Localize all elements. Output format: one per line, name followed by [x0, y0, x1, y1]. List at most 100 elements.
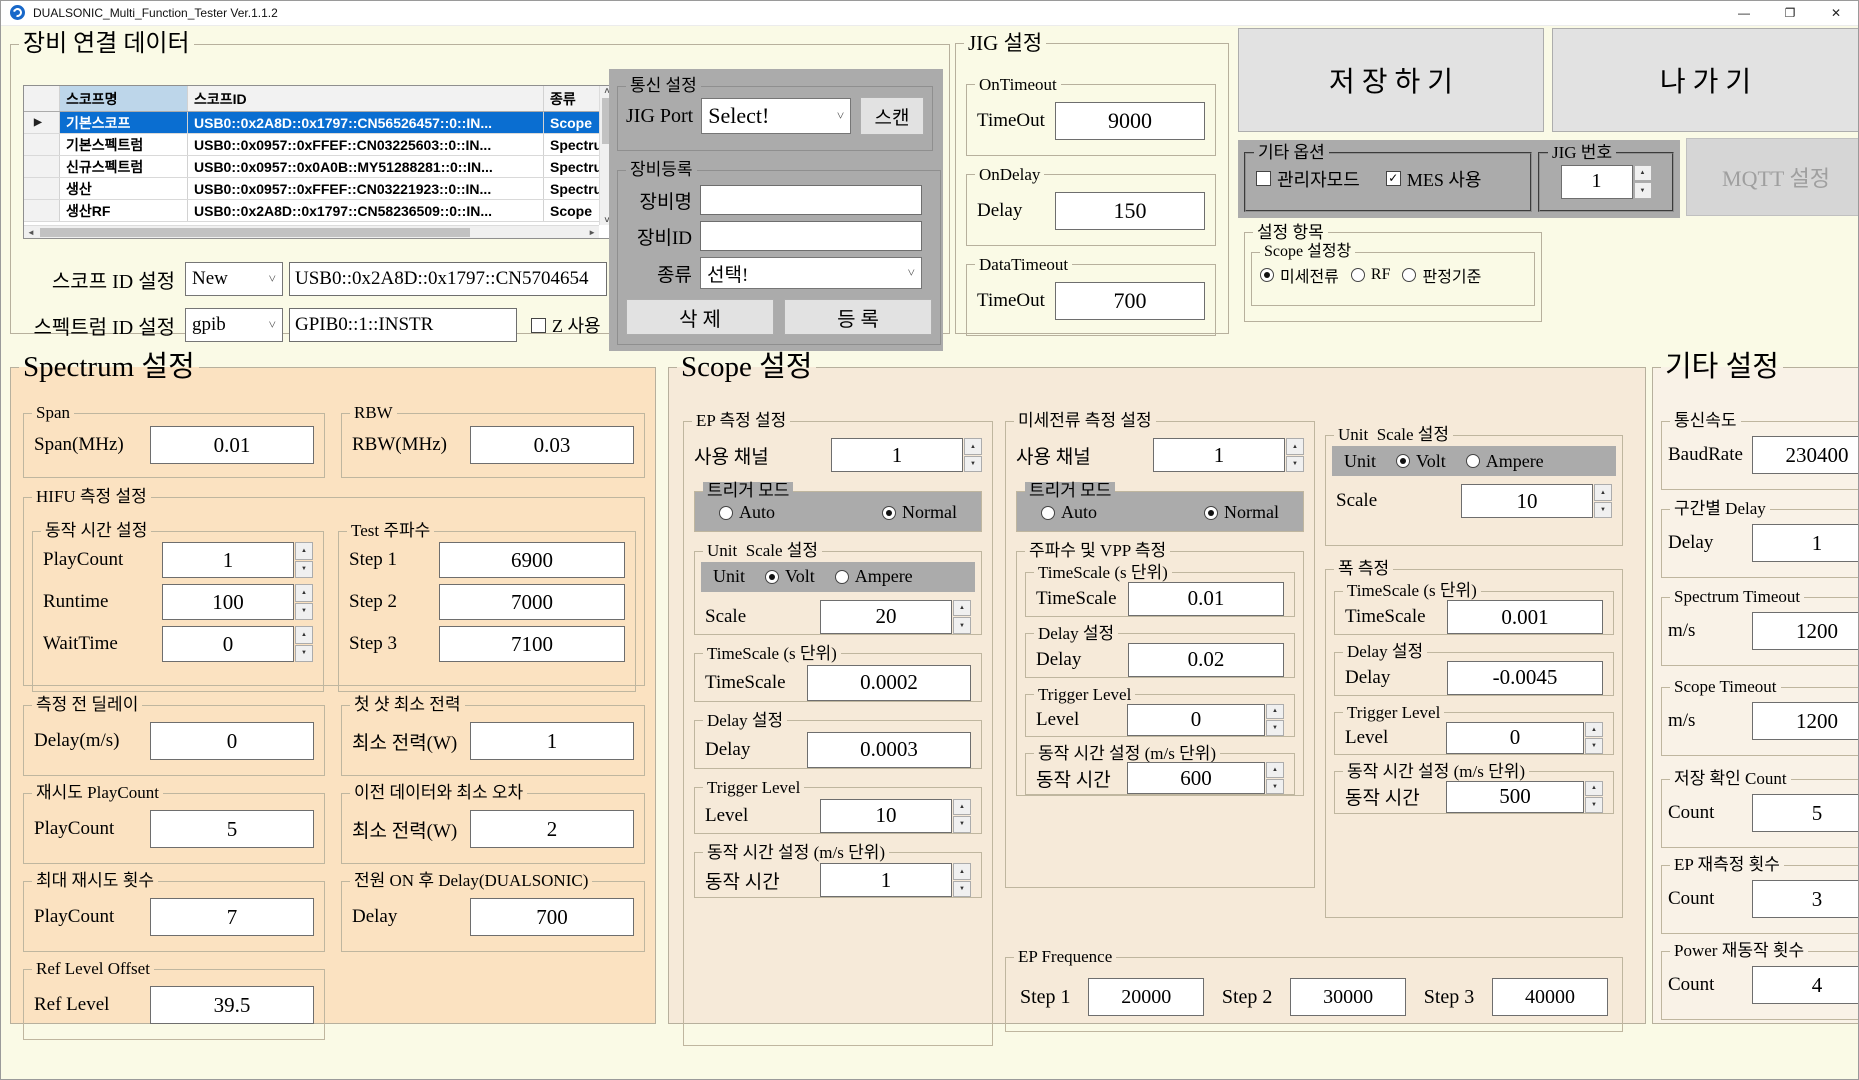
ref-level-field[interactable]: 39.5	[150, 986, 314, 1024]
scope-timeout-field[interactable]: 1200	[1752, 702, 1859, 740]
micro-timescale-field[interactable]: 0.01	[1128, 582, 1284, 616]
ep-remeasure-count-field[interactable]: 3	[1752, 880, 1859, 918]
radio-micro-current[interactable]: 미세전류	[1260, 263, 1339, 287]
radio-volt[interactable]: Volt	[765, 566, 815, 587]
micro-runtime-stepper[interactable]: 600 ▲▼	[1127, 762, 1284, 794]
ep-delay-field[interactable]: 0.0003	[807, 732, 971, 768]
playcount-stepper[interactable]: 1 ▲▼	[162, 542, 313, 578]
ep-scale-stepper[interactable]: 20 ▲▼	[820, 600, 971, 634]
power-restart-count-field[interactable]: 4	[1752, 966, 1859, 1004]
min-error-field[interactable]: 2	[470, 810, 634, 848]
exit-button[interactable]: 나 가 기	[1552, 28, 1859, 132]
width-delay-field[interactable]: -0.0045	[1447, 661, 1603, 695]
radio-ampere[interactable]: Ampere	[835, 566, 913, 587]
section-delay-field[interactable]: 1	[1752, 524, 1859, 562]
ep-timescale-field[interactable]: 0.0002	[807, 665, 971, 701]
column-header-type[interactable]: 종류	[544, 86, 599, 111]
scope-id-combo[interactable]: New ˅	[185, 262, 283, 296]
radio-judgement[interactable]: 판정기준	[1402, 263, 1481, 287]
max-retry-field[interactable]: 7	[150, 898, 314, 936]
spectrum-timeout-field[interactable]: 1200	[1752, 612, 1859, 650]
spinner-down-icon[interactable]: ▼	[953, 881, 971, 898]
micro-level-stepper[interactable]: 0 ▲▼	[1127, 704, 1284, 736]
spinner-down-icon[interactable]: ▼	[1594, 502, 1612, 519]
scroll-left-icon[interactable]: ◄	[24, 228, 38, 237]
spinner-down-icon[interactable]: ▼	[953, 617, 971, 634]
ep-level-stepper[interactable]: 10 ▲▼	[820, 799, 971, 833]
width-runtime-stepper[interactable]: 500 ▲▼	[1446, 781, 1603, 813]
spinner-up-icon[interactable]: ▲	[1585, 722, 1603, 738]
radio-ampere[interactable]: Ampere	[1466, 451, 1544, 472]
spinner-up-icon[interactable]: ▲	[295, 626, 313, 644]
table-row[interactable]: 생산RF USB0::0x2A8D::0x1797::CN58236509::0…	[24, 200, 614, 222]
save-confirm-count-field[interactable]: 5	[1752, 794, 1859, 832]
save-button[interactable]: 저 장 하 기	[1238, 28, 1544, 132]
spinner-down-icon[interactable]: ▼	[953, 816, 971, 833]
delete-button[interactable]: 삭 제	[626, 299, 774, 335]
device-name-input[interactable]	[700, 185, 922, 215]
ep-channel-stepper[interactable]: 1 ▲▼	[831, 438, 982, 472]
column-header-scope-name[interactable]: 스코프명	[60, 86, 188, 111]
table-row[interactable]: 생산 USB0::0x0957::0xFFEF::CN03221923::0::…	[24, 178, 614, 200]
waittime-stepper[interactable]: 0 ▲▼	[162, 626, 313, 662]
table-row[interactable]: 기본스펙트럼 USB0::0x0957::0xFFEF::CN03225603:…	[24, 134, 614, 156]
table-row[interactable]: 신규스펙트럼 USB0::0x0957::0x0A0B::MY51288281:…	[24, 156, 614, 178]
ep-freq-step1-field[interactable]: 20000	[1088, 978, 1204, 1016]
spinner-down-icon[interactable]: ▼	[295, 561, 313, 579]
micro-delay-field[interactable]: 0.02	[1128, 643, 1284, 677]
table-row[interactable]: ▶ 기본스코프 USB0::0x2A8D::0x1797::CN56526457…	[24, 112, 614, 134]
on-delay-field[interactable]: 150	[1055, 192, 1205, 230]
jig-number-stepper[interactable]: 1 ▲ ▼	[1561, 165, 1652, 199]
pre-delay-field[interactable]: 0	[150, 722, 314, 760]
retry-playcount-field[interactable]: 5	[150, 810, 314, 848]
radio-auto[interactable]: Auto	[719, 502, 775, 523]
on-timeout-field[interactable]: 9000	[1055, 102, 1205, 140]
ep-freq-step3-field[interactable]: 40000	[1492, 978, 1608, 1016]
width-timescale-field[interactable]: 0.001	[1447, 600, 1603, 634]
spinner-down-icon[interactable]: ▼	[1266, 720, 1284, 736]
width-level-stepper[interactable]: 0 ▲▼	[1446, 722, 1603, 754]
spectrum-id-field[interactable]: GPIB0::1::INSTR	[289, 308, 517, 342]
radio-normal[interactable]: Normal	[1204, 502, 1279, 523]
test-freq-step3-field[interactable]: 7100	[439, 626, 625, 662]
table-horizontal-scrollbar[interactable]: ◄ ►	[24, 225, 599, 238]
first-shot-field[interactable]: 1	[470, 722, 634, 760]
baudrate-field[interactable]: 230400	[1752, 436, 1859, 474]
scan-button[interactable]: 스캔	[860, 97, 924, 135]
data-timeout-field[interactable]: 700	[1055, 282, 1205, 320]
horizontal-scroll-thumb[interactable]	[40, 228, 470, 237]
spinner-down-icon[interactable]: ▼	[1585, 797, 1603, 813]
rbw-field[interactable]: 0.03	[470, 426, 634, 464]
micro-channel-stepper[interactable]: 1 ▲▼	[1153, 438, 1304, 472]
spinner-down-icon[interactable]: ▼	[295, 603, 313, 621]
spinner-down-icon[interactable]: ▼	[1266, 779, 1284, 795]
maximize-button[interactable]: ❐	[1767, 0, 1813, 25]
spinner-up-icon[interactable]: ▲	[1266, 762, 1284, 778]
spinner-down-icon[interactable]: ▼	[295, 645, 313, 663]
spinner-up-icon[interactable]: ▲	[1594, 484, 1612, 501]
power-on-delay-field[interactable]: 700	[470, 898, 634, 936]
spinner-down-icon[interactable]: ▼	[1634, 182, 1652, 199]
spinner-up-icon[interactable]: ▲	[295, 584, 313, 602]
spinner-up-icon[interactable]: ▲	[1266, 704, 1284, 720]
test-freq-step1-field[interactable]: 6900	[439, 542, 625, 578]
device-type-combo[interactable]: 선택! ˅	[700, 257, 922, 289]
spinner-up-icon[interactable]: ▲	[953, 799, 971, 816]
radio-rf[interactable]: RF	[1351, 266, 1391, 284]
spinner-up-icon[interactable]: ▲	[1585, 781, 1603, 797]
ep-freq-step2-field[interactable]: 30000	[1290, 978, 1406, 1016]
runtime-stepper[interactable]: 100 ▲▼	[162, 584, 313, 620]
radio-auto[interactable]: Auto	[1041, 502, 1097, 523]
minimize-button[interactable]: —	[1721, 0, 1767, 25]
ep-runtime-stepper[interactable]: 1 ▲▼	[820, 863, 971, 897]
spinner-up-icon[interactable]: ▲	[295, 542, 313, 560]
admin-mode-checkbox[interactable]: 관리자모드	[1256, 166, 1360, 192]
spinner-up-icon[interactable]: ▲	[964, 438, 982, 455]
radio-volt[interactable]: Volt	[1396, 451, 1446, 472]
width-scale-stepper[interactable]: 10 ▲▼	[1461, 484, 1612, 518]
scope-id-field[interactable]: USB0::0x2A8D::0x1797::CN5704654	[289, 262, 607, 296]
jig-port-combo[interactable]: Select! ˅	[701, 98, 851, 134]
spinner-down-icon[interactable]: ▼	[964, 456, 982, 473]
spinner-up-icon[interactable]: ▲	[1286, 438, 1304, 455]
spectrum-id-combo[interactable]: gpib ˅	[185, 308, 283, 342]
